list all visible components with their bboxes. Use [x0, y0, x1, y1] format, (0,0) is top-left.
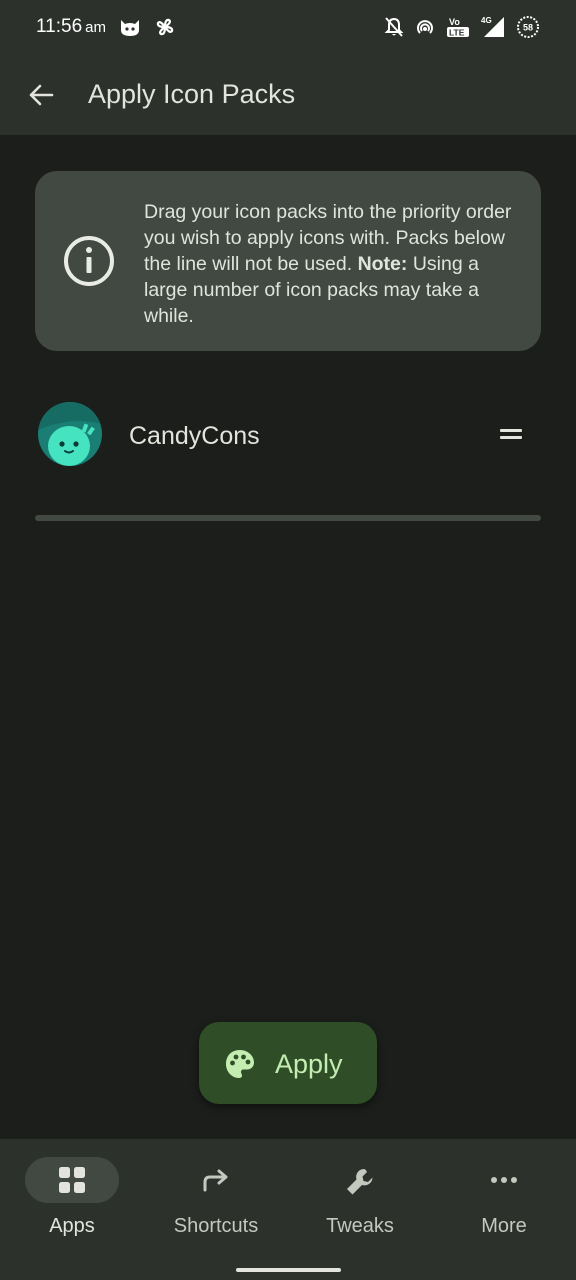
- status-right: Vo LTE 4G 58: [384, 15, 540, 39]
- drag-handle-icon[interactable]: [495, 422, 527, 446]
- gesture-handle[interactable]: [236, 1268, 341, 1272]
- bottom-nav: Apps Shortcuts Tweaks More: [0, 1139, 576, 1280]
- arrow-back-icon: [29, 84, 54, 105]
- pack-name: CandyCons: [129, 422, 260, 450]
- info-text: Drag your icon packs into the priority o…: [144, 199, 514, 329]
- wrench-icon: [347, 1169, 373, 1195]
- svg-text:58: 58: [523, 23, 533, 33]
- candycons-logo-icon: [38, 402, 102, 466]
- svg-text:LTE: LTE: [449, 28, 465, 38]
- svg-text:4G: 4G: [481, 16, 492, 25]
- nav-item-more[interactable]: More: [432, 1139, 576, 1259]
- svg-text:Vo: Vo: [449, 17, 460, 27]
- status-bar: 11:56 am Vo LTE 4G 58: [0, 0, 576, 54]
- back-button[interactable]: [0, 54, 82, 135]
- apply-label: Apply: [275, 1049, 343, 1079]
- apply-button[interactable]: Apply: [199, 1022, 377, 1104]
- forward-arrow-icon: [203, 1169, 228, 1192]
- bell-off-icon: [384, 17, 404, 37]
- nav-item-apps[interactable]: Apps: [0, 1139, 144, 1259]
- clock: 11:56 am: [36, 16, 106, 37]
- list-item[interactable]: CandyCons: [0, 392, 576, 478]
- nav-label-tweaks: Tweaks: [326, 1215, 394, 1237]
- nav-label-apps: Apps: [49, 1215, 95, 1237]
- status-left: 11:56 am: [36, 16, 176, 38]
- cat-face-icon: [120, 20, 139, 36]
- nav-label-more: More: [481, 1215, 527, 1237]
- pinwheel-icon: [156, 18, 174, 36]
- grid-icon: [59, 1167, 85, 1193]
- more-horiz-icon: [491, 1177, 517, 1183]
- volte-icon: Vo LTE: [447, 17, 469, 38]
- info-note-label: Note:: [357, 253, 408, 275]
- palette-icon: [226, 1050, 254, 1078]
- priority-divider: [35, 515, 541, 521]
- info-card: Drag your icon packs into the priority o…: [35, 171, 541, 351]
- screen: 11:56 am Vo LTE 4G 58 Apply Icon Packs D…: [0, 0, 576, 1280]
- page-title: Apply Icon Packs: [88, 79, 296, 109]
- app-bar: Apply Icon Packs: [0, 54, 576, 135]
- info-icon: [64, 236, 114, 286]
- nav-label-shortcuts: Shortcuts: [173, 1215, 259, 1237]
- battery-icon: 58: [517, 16, 539, 38]
- hotspot-icon: [417, 20, 433, 34]
- nav-item-tweaks[interactable]: Tweaks: [288, 1139, 432, 1259]
- signal-4g-icon: 4G: [481, 16, 504, 37]
- nav-item-shortcuts[interactable]: Shortcuts: [144, 1139, 288, 1259]
